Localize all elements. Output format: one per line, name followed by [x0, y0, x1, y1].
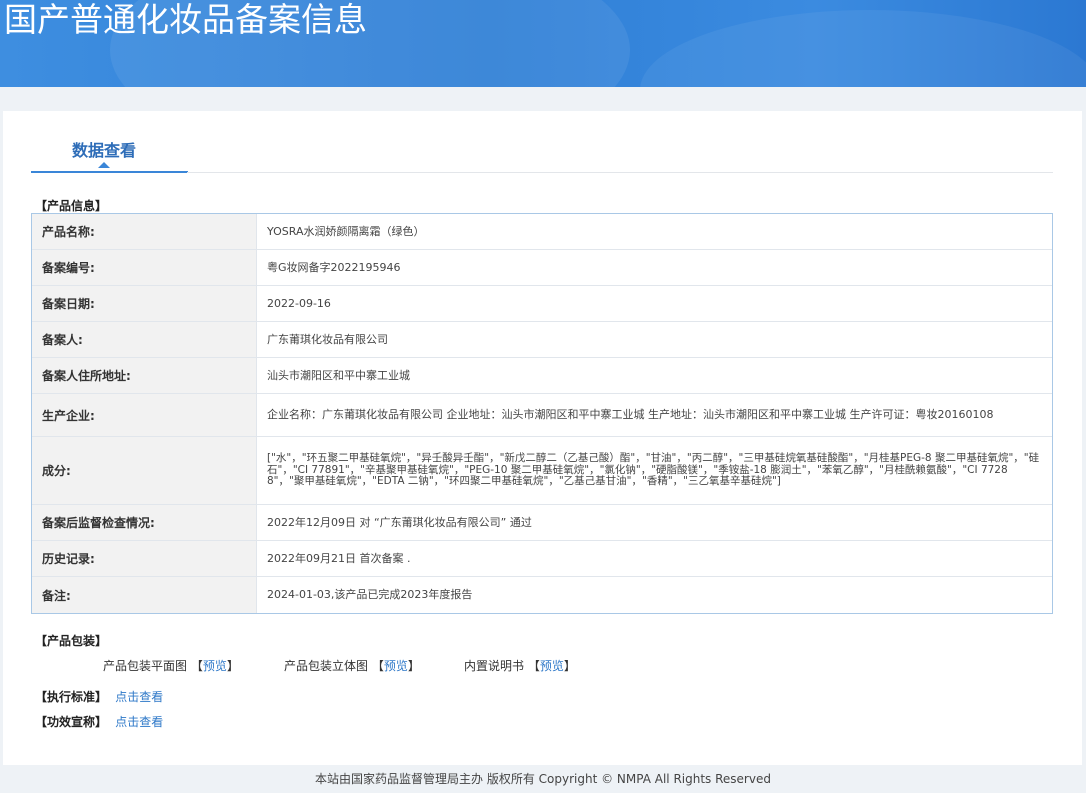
tab-label: 数据查看: [72, 141, 137, 160]
row-label: 产品名称:: [32, 214, 257, 249]
packaging-item-label: 内置说明书: [464, 659, 525, 673]
preview-link[interactable]: 预览: [203, 659, 227, 673]
standard-label: 【执行标准】: [35, 690, 108, 704]
standard-row: 【执行标准】 点击查看: [35, 688, 163, 705]
row-label: 生产企业:: [32, 394, 257, 436]
packaging-item-label: 产品包装平面图: [103, 659, 188, 673]
page-title: 国产普通化妆品备案信息: [4, 0, 367, 39]
row-label: 备案人:: [32, 322, 257, 357]
product-info-heading: 【产品信息】: [35, 199, 108, 213]
row-label: 备注:: [32, 577, 257, 613]
table-row: 备案后监督检查情况: 2022年12月09日 对 “广东莆琪化妆品有限公司” 通…: [32, 505, 1052, 541]
content-card: 数据查看 【产品信息】 产品名称: YOSRA水润娇颜隔离霜（绿色） 备案编号:…: [3, 111, 1082, 765]
row-value: 2022年09月21日 首次备案 .: [267, 551, 411, 565]
table-row: 备案日期: 2022-09-16: [32, 286, 1052, 322]
row-value: 2022-09-16: [267, 296, 331, 310]
row-value: 粤G妆网备字2022195946: [267, 260, 401, 274]
row-value: 2022年12月09日 对 “广东莆琪化妆品有限公司” 通过: [267, 515, 532, 529]
banner-decoration: [640, 10, 1086, 87]
table-row: 备案人住所地址: 汕头市潮阳区和平中寨工业城: [32, 358, 1052, 394]
row-label: 历史记录:: [32, 541, 257, 576]
packaging-item: 产品包装平面图 【预览】: [103, 659, 239, 673]
packaging-item-label: 产品包装立体图: [284, 659, 369, 673]
footer: 本站由国家药品监督管理局主办 版权所有 Copyright © NMPA All…: [315, 772, 771, 786]
header-banner: 国产普通化妆品备案信息: [0, 0, 1086, 87]
row-label: 备案编号:: [32, 250, 257, 285]
table-row: 备注: 2024-01-03,该产品已完成2023年度报告: [32, 577, 1052, 613]
row-label: 备案人住所地址:: [32, 358, 257, 393]
efficacy-row: 【功效宣称】 点击查看: [35, 713, 163, 730]
efficacy-label: 【功效宣称】: [35, 715, 108, 729]
packaging-heading: 【产品包装】: [35, 634, 108, 648]
table-row: 备案人: 广东莆琪化妆品有限公司: [32, 322, 1052, 358]
row-label: 备案日期:: [32, 286, 257, 321]
row-value: 2024-01-03,该产品已完成2023年度报告: [267, 588, 473, 601]
table-row: 生产企业: 企业名称：广东莆琪化妆品有限公司 企业地址：汕头市潮阳区和平中寨工业…: [32, 394, 1052, 437]
row-value: YOSRA水润娇颜隔离霜（绿色）: [267, 224, 425, 238]
row-value: 汕头市潮阳区和平中寨工业城: [267, 368, 410, 382]
table-row: 历史记录: 2022年09月21日 首次备案 .: [32, 541, 1052, 577]
row-label: 备案后监督检查情况:: [32, 505, 257, 540]
row-value: 企业名称：广东莆琪化妆品有限公司 企业地址：汕头市潮阳区和平中寨工业城 生产地址…: [267, 408, 994, 421]
preview-link[interactable]: 预览: [540, 659, 564, 673]
efficacy-view-link[interactable]: 点击查看: [115, 715, 163, 729]
tab-divider: [187, 172, 1053, 173]
packaging-item: 内置说明书 【预览】: [464, 659, 576, 673]
row-label: 成分:: [32, 437, 257, 504]
tab-active-indicator: [98, 162, 110, 168]
table-row: 备案编号: 粤G妆网备字2022195946: [32, 250, 1052, 286]
preview-link[interactable]: 预览: [384, 659, 408, 673]
packaging-item: 产品包装立体图 【预览】: [284, 659, 420, 673]
standard-view-link[interactable]: 点击查看: [115, 690, 163, 704]
row-value: 广东莆琪化妆品有限公司: [267, 332, 388, 346]
row-value: ["水"，"环五聚二甲基硅氧烷"，"异壬酸异壬酯"，"新戊二醇二（乙基己酸）酯"…: [267, 452, 1040, 488]
table-row: 成分: ["水"，"环五聚二甲基硅氧烷"，"异壬酸异壬酯"，"新戊二醇二（乙基己…: [32, 437, 1052, 505]
product-info-table: 产品名称: YOSRA水润娇颜隔离霜（绿色） 备案编号: 粤G妆网备字20221…: [31, 213, 1053, 614]
table-row: 产品名称: YOSRA水润娇颜隔离霜（绿色）: [32, 214, 1052, 250]
